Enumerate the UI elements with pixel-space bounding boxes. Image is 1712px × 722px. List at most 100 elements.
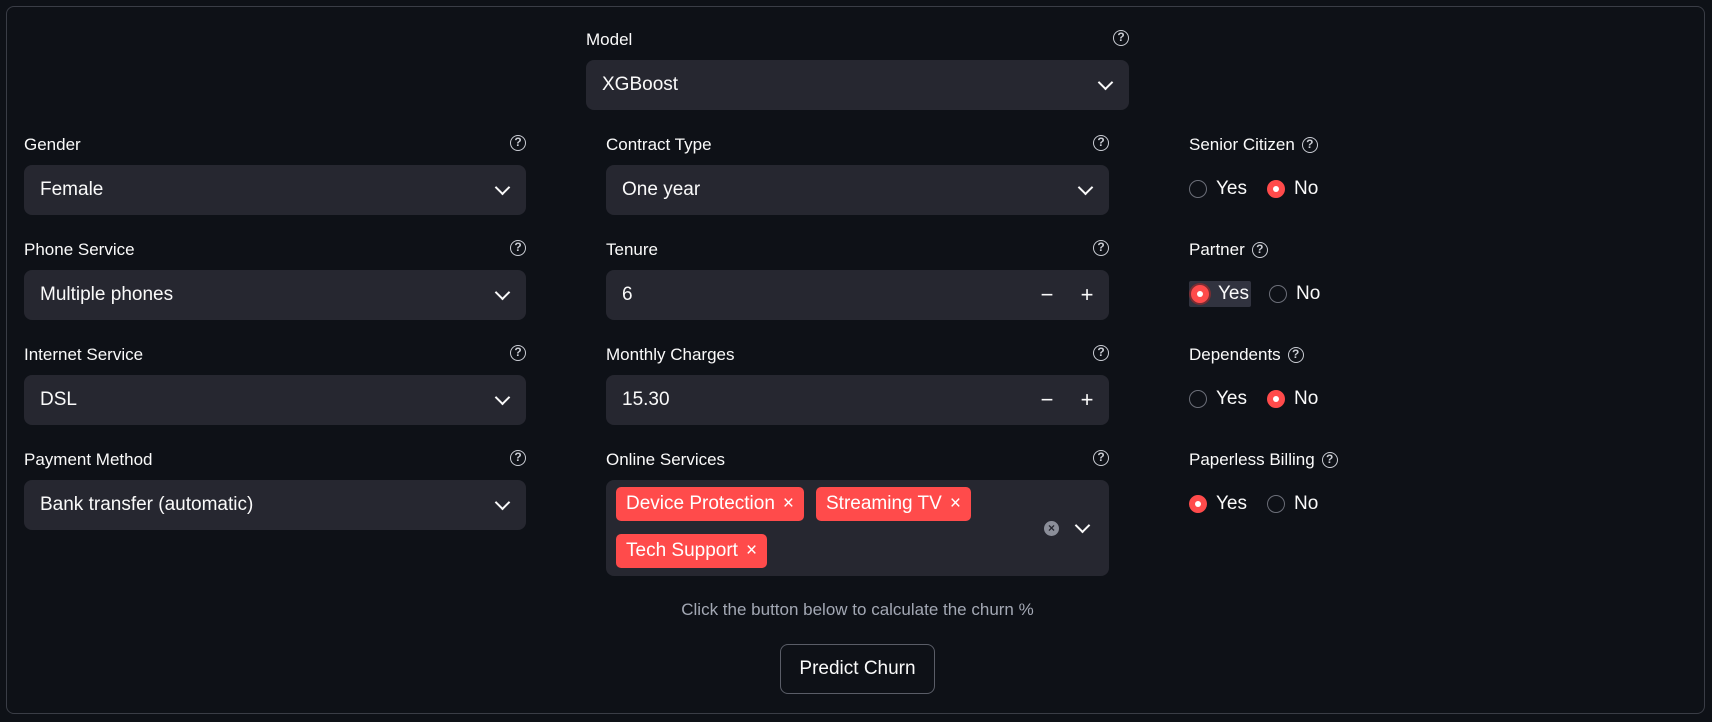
chevron-down-icon bbox=[494, 389, 511, 406]
chevron-down-icon bbox=[494, 494, 511, 511]
radio-no[interactable]: No bbox=[1267, 178, 1318, 200]
close-icon[interactable]: × bbox=[783, 493, 794, 514]
contract-type-field: Contract Type ? One year bbox=[606, 133, 1109, 215]
model-select[interactable]: XGBoost bbox=[586, 60, 1129, 110]
clear-all-icon[interactable]: × bbox=[1044, 521, 1059, 536]
online-services-multiselect[interactable]: Device Protection × Streaming TV × Tech Su… bbox=[606, 480, 1109, 576]
contract-type-select-value: One year bbox=[622, 179, 701, 200]
radio-label: No bbox=[1294, 388, 1319, 409]
contract-type-label: Contract Type bbox=[606, 135, 712, 154]
model-field: Model ? XGBoost bbox=[586, 28, 1129, 110]
partner-radio-group: Yes No bbox=[1189, 281, 1340, 307]
help-icon[interactable]: ? bbox=[1287, 347, 1304, 363]
help-icon[interactable]: ? bbox=[510, 135, 526, 151]
monthly-charges-input-value: 15.30 bbox=[622, 389, 670, 410]
partner-label: Partner ? bbox=[1189, 238, 1489, 262]
decrement-button[interactable]: − bbox=[1027, 375, 1067, 425]
help-icon[interactable]: ? bbox=[1093, 450, 1109, 466]
gender-label: Gender bbox=[24, 135, 81, 154]
online-services-field: Online Services ? Device Protection × Str… bbox=[606, 448, 1109, 576]
increment-button[interactable]: + bbox=[1067, 375, 1107, 425]
monthly-charges-field: Monthly Charges ? 15.30 − + bbox=[606, 343, 1109, 425]
radio-yes[interactable]: Yes bbox=[1189, 388, 1247, 410]
help-icon[interactable]: ? bbox=[1093, 135, 1109, 151]
model-label: Model bbox=[586, 30, 633, 49]
online-services-label: Online Services bbox=[606, 450, 726, 469]
tag-label: Tech Support bbox=[626, 540, 738, 561]
help-icon[interactable]: ? bbox=[1093, 240, 1109, 256]
help-icon[interactable]: ? bbox=[510, 345, 526, 361]
help-icon[interactable]: ? bbox=[510, 450, 526, 466]
dependents-radio-group: Yes No bbox=[1189, 388, 1338, 410]
phone-service-field: Phone Service ? Multiple phones bbox=[24, 238, 526, 320]
radio-label: Yes bbox=[1216, 388, 1247, 409]
chevron-down-icon bbox=[494, 179, 511, 196]
payment-method-select[interactable]: Bank transfer (automatic) bbox=[24, 480, 526, 530]
dependents-field: Dependents ? Yes No bbox=[1189, 343, 1489, 409]
gender-field: Gender ? Female bbox=[24, 133, 526, 215]
paperless-billing-label: Paperless Billing ? bbox=[1189, 448, 1489, 472]
phone-service-label: Phone Service bbox=[24, 240, 135, 259]
help-icon[interactable]: ? bbox=[1321, 452, 1338, 468]
radio-label: Yes bbox=[1216, 178, 1247, 199]
radio-no[interactable]: No bbox=[1267, 493, 1318, 515]
help-icon[interactable]: ? bbox=[1093, 345, 1109, 361]
paperless-billing-field: Paperless Billing ? Yes No bbox=[1189, 448, 1489, 514]
chevron-down-icon bbox=[1077, 179, 1094, 196]
senior-citizen-radio-group: Yes No bbox=[1189, 178, 1338, 200]
paperless-billing-radio-group: Yes No bbox=[1189, 493, 1338, 515]
radio-label: No bbox=[1294, 178, 1319, 199]
increment-button[interactable]: + bbox=[1067, 270, 1107, 320]
radio-label: No bbox=[1294, 493, 1319, 514]
radio-yes[interactable]: Yes bbox=[1189, 178, 1247, 200]
tag-tech-support: Tech Support × bbox=[616, 534, 768, 568]
close-icon[interactable]: × bbox=[746, 540, 757, 561]
predict-churn-button[interactable]: Predict Churn bbox=[780, 644, 935, 694]
contract-type-select[interactable]: One year bbox=[606, 165, 1109, 215]
radio-dot-selected bbox=[1267, 390, 1285, 408]
instruction-caption: Click the button below to calculate the … bbox=[681, 600, 1034, 619]
senior-citizen-label-text: Senior Citizen bbox=[1189, 135, 1295, 154]
help-icon[interactable]: ? bbox=[1301, 137, 1318, 153]
tenure-label: Tenure bbox=[606, 240, 658, 259]
radio-dot bbox=[1269, 285, 1287, 303]
internet-service-label: Internet Service bbox=[24, 345, 144, 364]
radio-dot bbox=[1189, 180, 1207, 198]
radio-label: No bbox=[1296, 283, 1321, 304]
help-icon[interactable]: ? bbox=[1251, 242, 1268, 258]
dependents-label: Dependents ? bbox=[1189, 343, 1489, 367]
monthly-charges-input[interactable]: 15.30 − + bbox=[606, 375, 1109, 425]
radio-label: Yes bbox=[1218, 283, 1249, 304]
radio-no[interactable]: No bbox=[1267, 388, 1318, 410]
tag-device-protection: Device Protection × bbox=[616, 487, 805, 521]
radio-no[interactable]: No bbox=[1269, 283, 1320, 305]
help-icon[interactable]: ? bbox=[510, 240, 526, 256]
radio-dot bbox=[1189, 390, 1207, 408]
senior-citizen-label: Senior Citizen ? bbox=[1189, 133, 1489, 157]
radio-dot-selected bbox=[1189, 495, 1207, 513]
radio-yes[interactable]: Yes bbox=[1189, 281, 1251, 307]
partner-label-text: Partner bbox=[1189, 240, 1245, 259]
help-icon[interactable]: ? bbox=[1113, 30, 1129, 46]
payment-method-label: Payment Method bbox=[24, 450, 153, 469]
tag-streaming-tv: Streaming TV × bbox=[816, 487, 971, 521]
tenure-input[interactable]: 6 − + bbox=[606, 270, 1109, 320]
radio-dot-selected bbox=[1267, 180, 1285, 198]
partner-field: Partner ? Yes No bbox=[1189, 238, 1489, 307]
close-icon[interactable]: × bbox=[950, 493, 961, 514]
radio-dot-selected bbox=[1191, 285, 1209, 303]
payment-method-field: Payment Method ? Bank transfer (automati… bbox=[24, 448, 526, 530]
tenure-field: Tenure ? 6 − + bbox=[606, 238, 1109, 320]
radio-yes[interactable]: Yes bbox=[1189, 493, 1247, 515]
tag-label: Streaming TV bbox=[826, 493, 942, 514]
decrement-button[interactable]: − bbox=[1027, 270, 1067, 320]
dependents-label-text: Dependents bbox=[1189, 345, 1281, 364]
monthly-charges-label: Monthly Charges bbox=[606, 345, 735, 364]
phone-service-select[interactable]: Multiple phones bbox=[24, 270, 526, 320]
chevron-down-icon bbox=[1074, 517, 1091, 534]
radio-label: Yes bbox=[1216, 493, 1247, 514]
gender-select[interactable]: Female bbox=[24, 165, 526, 215]
internet-service-select[interactable]: DSL bbox=[24, 375, 526, 425]
payment-method-select-value: Bank transfer (automatic) bbox=[40, 494, 254, 515]
senior-citizen-field: Senior Citizen ? Yes No bbox=[1189, 133, 1489, 199]
